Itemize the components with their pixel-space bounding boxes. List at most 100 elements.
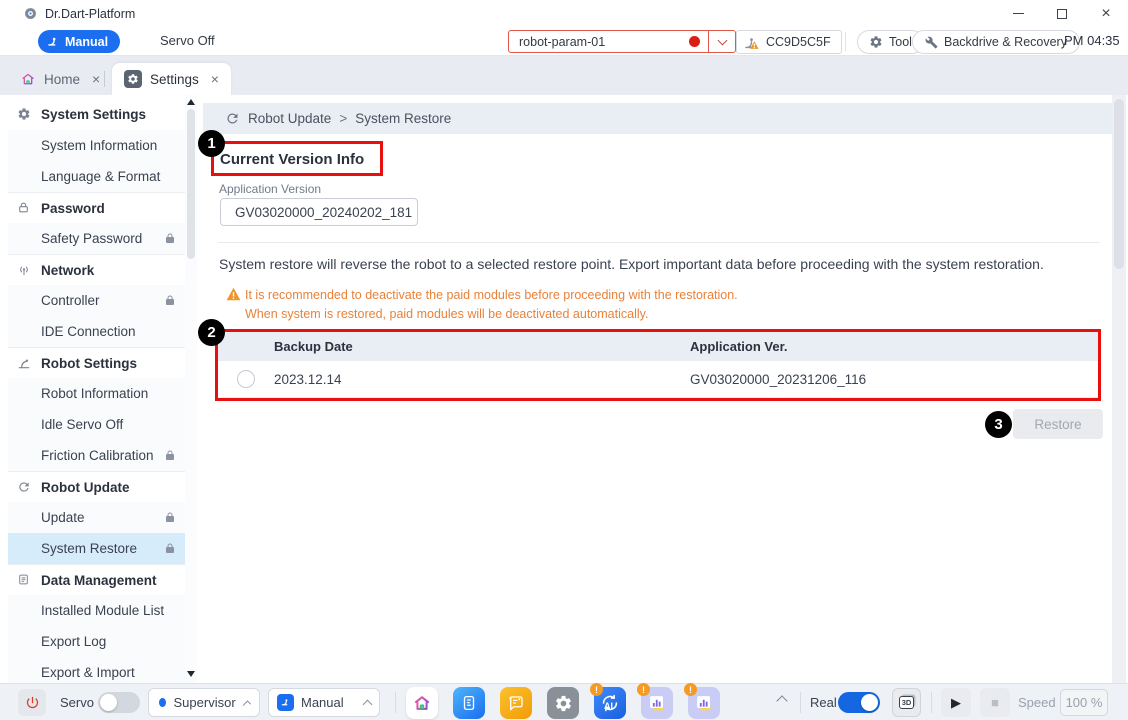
scroll-down-icon[interactable] xyxy=(187,671,195,677)
table-row[interactable]: 2023.12.14 GV03020000_20231206_116 xyxy=(218,361,1098,398)
stop-button[interactable]: ■ xyxy=(980,688,1010,717)
role-dropdown[interactable]: Supervisor xyxy=(148,688,260,717)
scrollbar-thumb[interactable] xyxy=(187,109,195,259)
warning-triangle-icon xyxy=(226,287,241,301)
sidebar-item-update[interactable]: Update xyxy=(8,502,186,533)
tab-settings[interactable]: Settings × xyxy=(112,63,231,95)
tab-settings-close-icon[interactable]: × xyxy=(211,71,219,87)
robot-param-dropdown[interactable]: robot-param-01 xyxy=(508,30,736,53)
minimize-button[interactable] xyxy=(996,0,1040,27)
sidebar-item-robot-settings[interactable]: Robot Settings xyxy=(8,347,186,378)
title-bar: Dr.Dart-Platform × xyxy=(0,0,1128,27)
manual-mode-icon xyxy=(277,694,294,711)
tab-settings-label: Settings xyxy=(150,72,199,87)
sidebar-item-data-management[interactable]: Data Management xyxy=(8,564,186,595)
sidebar-item-system-settings[interactable]: System Settings xyxy=(8,99,186,130)
dock-log-app[interactable] xyxy=(500,687,532,719)
sidebar-item-label: Controller xyxy=(41,293,100,308)
gear-icon xyxy=(17,107,31,121)
sidebar-item-language-format[interactable]: Language & Format xyxy=(8,161,186,192)
sidebar-item-label: Robot Settings xyxy=(41,356,137,371)
sidebar-item-friction-calibration[interactable]: Friction Calibration xyxy=(8,440,186,471)
mode-dropdown[interactable]: Manual xyxy=(268,688,380,717)
tab-home-close-icon[interactable]: × xyxy=(92,71,100,87)
sidebar-item-label: Network xyxy=(41,263,94,278)
home-icon xyxy=(20,71,36,87)
sidebar-item-safety-password[interactable]: Safety Password xyxy=(8,223,186,254)
sidebar-item-label: System Settings xyxy=(41,107,146,122)
chevron-up-icon xyxy=(242,700,251,709)
chevron-up-icon xyxy=(363,699,373,709)
refresh-icon xyxy=(17,480,31,494)
sidebar-item-idle-servo-off[interactable]: Idle Servo Off xyxy=(8,409,186,440)
backdrive-recovery-button[interactable]: Backdrive & Recovery xyxy=(912,30,1080,54)
sidebar-scrollbar[interactable] xyxy=(185,95,197,683)
sidebar-item-label: Update xyxy=(41,510,85,525)
toggle-knob xyxy=(100,694,117,711)
manual-mode-label: Manual xyxy=(65,35,108,49)
dock-expand-chevron-icon[interactable] xyxy=(776,695,787,706)
servo-status-text: Servo Off xyxy=(160,33,215,48)
manual-mode-button[interactable]: Manual xyxy=(38,30,120,53)
power-icon xyxy=(25,695,40,710)
lock-icon xyxy=(164,232,176,244)
document-icon xyxy=(17,573,30,586)
sidebar-item-export-log[interactable]: Export Log xyxy=(8,626,186,657)
sidebar-item-export-import[interactable]: Export & Import xyxy=(8,657,186,683)
breadcrumb: Robot Update > System Restore xyxy=(203,103,1114,134)
content-scrollbar[interactable] xyxy=(1112,95,1126,683)
dock-home-app[interactable] xyxy=(406,687,438,719)
toggle-knob xyxy=(861,694,878,711)
application-version-field: GV03020000_20240202_181 xyxy=(220,198,418,226)
restore-description: System restore will reverse the robot to… xyxy=(219,256,1099,272)
dock-monitor-app-1[interactable]: ! xyxy=(641,687,673,719)
sidebar-item-label: Friction Calibration xyxy=(41,448,154,463)
dock-settings-app[interactable] xyxy=(547,687,579,719)
status-dot-icon xyxy=(689,36,700,47)
sidebar-item-robot-update[interactable]: Robot Update xyxy=(8,471,186,502)
sidebar-item-installed-module-list[interactable]: Installed Module List xyxy=(8,595,186,626)
lock-icon xyxy=(164,511,176,523)
scrollbar-thumb[interactable] xyxy=(1114,99,1124,269)
power-button[interactable] xyxy=(18,689,46,716)
breadcrumb-parent[interactable]: Robot Update xyxy=(248,111,331,126)
tool-button-label: Tool xyxy=(889,35,912,49)
sidebar-item-system-information[interactable]: System Information xyxy=(8,130,186,161)
close-button[interactable]: × xyxy=(1084,0,1128,27)
bottom-status-bar: Servo Supervisor Manual A xyxy=(0,683,1128,720)
sidebar-item-network[interactable]: Network xyxy=(8,254,186,285)
restore-button[interactable]: Restore xyxy=(1013,409,1103,439)
toolbar-divider xyxy=(845,32,846,51)
role-value: Supervisor xyxy=(174,695,236,710)
dock-task-editor-app[interactable] xyxy=(453,687,485,719)
controller-serial-button[interactable]: CC9D5C5F xyxy=(736,30,842,54)
tab-home[interactable]: Home × xyxy=(8,63,112,95)
sidebar-item-robot-information[interactable]: Robot Information xyxy=(8,378,186,409)
section-divider xyxy=(218,242,1100,243)
scroll-up-icon[interactable] xyxy=(187,99,195,105)
application-ver-cell: GV03020000_20231206_116 xyxy=(690,372,866,387)
servo-toggle[interactable] xyxy=(98,692,140,713)
page-title: Current Version Info xyxy=(220,151,364,168)
real-mode-toggle[interactable] xyxy=(838,692,880,713)
backdrive-recovery-label: Backdrive & Recovery xyxy=(944,35,1067,49)
sidebar-item-system-restore[interactable]: System Restore xyxy=(8,533,186,564)
sidebar-item-label: Robot Update xyxy=(41,480,130,495)
dock-ai-module-app[interactable]: AI ! xyxy=(594,687,626,719)
dock-monitor-app-2[interactable]: ! xyxy=(688,687,720,719)
application-version-label: Application Version xyxy=(219,182,321,196)
refresh-icon xyxy=(225,111,240,126)
network-icon xyxy=(17,263,31,277)
sidebar-item-password[interactable]: Password xyxy=(8,192,186,223)
sidebar-item-controller[interactable]: Controller xyxy=(8,285,186,316)
servo-toggle-label: Servo xyxy=(60,695,94,710)
settings-sidebar: System Settings System Information Langu… xyxy=(0,95,200,683)
play-button[interactable]: ▶ xyxy=(941,688,971,717)
restore-point-radio[interactable] xyxy=(237,370,255,388)
sidebar-item-ide-connection[interactable]: IDE Connection xyxy=(8,316,186,347)
speed-value-box[interactable]: 100 % xyxy=(1060,689,1108,716)
app-logo-icon xyxy=(24,7,37,20)
top-toolbar: Manual Servo Off robot-param-01 CC9D5C5F… xyxy=(0,27,1128,56)
maximize-button[interactable] xyxy=(1040,0,1084,27)
3d-view-button[interactable]: 3D xyxy=(892,688,921,717)
